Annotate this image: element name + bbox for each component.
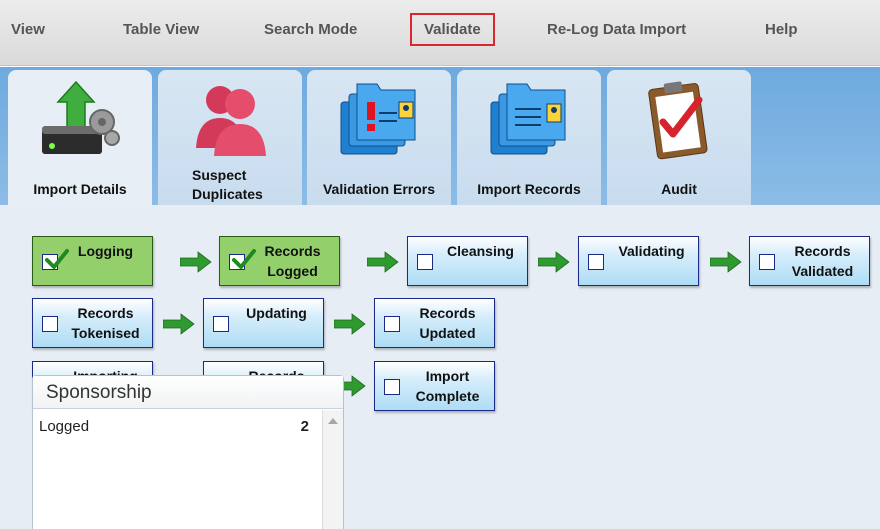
clipboard-check-icon xyxy=(648,81,708,160)
vertical-scrollbar[interactable] xyxy=(322,410,343,529)
menu-help[interactable]: Help xyxy=(765,13,798,46)
step-checkbox[interactable] xyxy=(588,254,604,270)
menu-table-view[interactable]: Table View xyxy=(123,13,199,46)
step-checkbox[interactable] xyxy=(384,379,400,395)
folder-error-icon xyxy=(340,83,416,155)
step-records-updated[interactable]: Records Updated xyxy=(374,298,495,348)
tab-suspect-duplicates[interactable]: Suspect Duplicates xyxy=(158,70,302,206)
step-label-line2: Logged xyxy=(267,263,318,279)
step-label-line1: Records xyxy=(794,243,851,259)
step-label-line1: Records xyxy=(77,305,134,321)
right-arrow-icon xyxy=(334,313,366,335)
right-arrow-icon xyxy=(163,313,195,335)
right-arrow-icon xyxy=(538,251,570,273)
row-label: Logged xyxy=(39,418,90,435)
step-label-line1: Records xyxy=(264,243,321,259)
step-checkbox[interactable] xyxy=(759,254,775,270)
tab-import-details[interactable]: Import Details xyxy=(8,70,152,209)
scroll-up-icon[interactable] xyxy=(328,418,338,424)
sponsorship-row: Logged 2 xyxy=(39,418,309,435)
folder-records-icon xyxy=(490,83,566,155)
tab-import-records[interactable]: Import Records xyxy=(457,70,601,206)
menu-search-mode[interactable]: Search Mode xyxy=(264,13,357,46)
tab-label: Audit xyxy=(661,181,697,197)
step-label-line1: Cleansing xyxy=(447,243,514,259)
step-cleansing[interactable]: Cleansing xyxy=(407,236,528,286)
menu-view[interactable]: View xyxy=(11,13,45,46)
right-arrow-icon xyxy=(710,251,742,273)
row-value: 2 xyxy=(300,418,309,435)
step-label-line2: Updated xyxy=(419,325,476,341)
tab-label-line2: Duplicates xyxy=(192,186,263,202)
tab-label: Import Records xyxy=(477,181,581,197)
panel-title: Sponsorship xyxy=(33,376,343,409)
tab-label: Import Details xyxy=(33,181,127,197)
step-label-line2: Complete xyxy=(415,388,480,404)
step-records-validated[interactable]: Records Validated xyxy=(749,236,870,286)
right-arrow-icon xyxy=(180,251,212,273)
step-checkbox[interactable] xyxy=(42,316,58,332)
menu-bar: View Table View Search Mode Validate Re-… xyxy=(0,0,880,66)
step-checkbox[interactable] xyxy=(417,254,433,270)
tab-label: Validation Errors xyxy=(322,181,436,197)
step-checkbox[interactable] xyxy=(213,316,229,332)
step-label-line1: Import xyxy=(425,368,470,384)
step-checkbox[interactable] xyxy=(384,316,400,332)
step-label-line1: Updating xyxy=(246,305,307,321)
menu-relog-data-import[interactable]: Re-Log Data Import xyxy=(547,13,686,46)
right-arrow-icon xyxy=(367,251,399,273)
step-label-line1: Logging xyxy=(77,243,134,259)
step-updating[interactable]: Updating xyxy=(203,298,324,348)
tab-label-line1: Suspect xyxy=(192,167,247,183)
duplicate-users-icon xyxy=(196,86,266,156)
step-logging[interactable]: Logging xyxy=(32,236,153,286)
menu-validate[interactable]: Validate xyxy=(410,13,495,46)
step-label-line1: Validating xyxy=(618,243,685,259)
step-import-complete[interactable]: Import Complete xyxy=(374,361,495,411)
tab-audit[interactable]: Audit xyxy=(607,70,751,206)
step-validating[interactable]: Validating xyxy=(578,236,699,286)
step-label-line2: Tokenised xyxy=(71,325,140,341)
tab-strip: Import Details Suspect Duplicates Valida… xyxy=(0,67,880,209)
step-label-line1: Records xyxy=(419,305,476,321)
step-records-logged[interactable]: Records Logged xyxy=(219,236,340,286)
server-upload-icon xyxy=(42,80,120,154)
step-label-line2: Validated xyxy=(791,263,854,279)
tab-validation-errors[interactable]: Validation Errors xyxy=(307,70,451,206)
step-records-tokenised[interactable]: Records Tokenised xyxy=(32,298,153,348)
sponsorship-panel: Sponsorship Logged 2 xyxy=(32,375,344,529)
